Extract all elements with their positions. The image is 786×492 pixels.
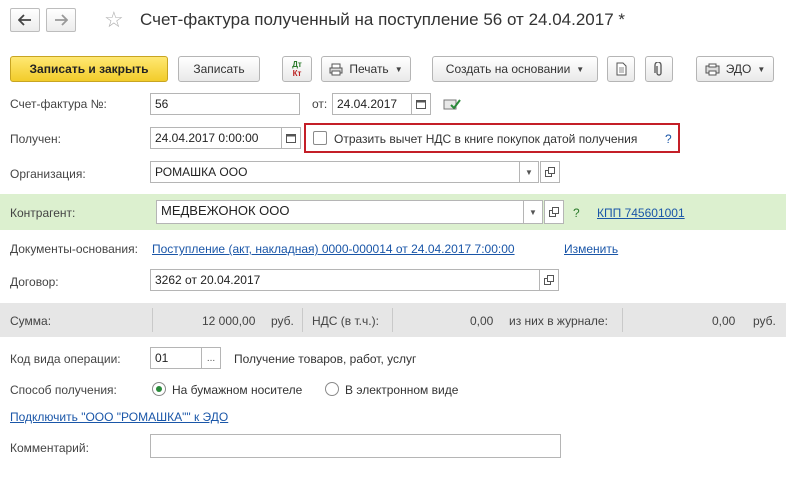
received-calendar-button[interactable] — [281, 127, 301, 149]
invoice-date-calendar-button[interactable] — [411, 93, 431, 115]
operation-code-label: Код вида операции: — [10, 352, 121, 366]
contract-input[interactable]: 3262 от 20.04.2017 — [150, 269, 540, 291]
page-title: Счет-фактура полученный на поступление 5… — [140, 10, 625, 29]
base-document-link[interactable]: Поступление (акт, накладная) 0000-000014… — [152, 242, 515, 256]
open-window-icon — [545, 167, 555, 177]
check-status-icon[interactable] — [443, 96, 461, 115]
vat-value: 0,00 — [470, 314, 494, 328]
organization-open-button[interactable] — [540, 161, 560, 183]
create-based-on-button[interactable]: Создать на основании ▼ — [432, 56, 598, 82]
dropdown-caret-icon: ▼ — [576, 64, 585, 74]
connect-edo-link[interactable]: Подключить "ООО "РОМАШКА"" к ЭДО — [10, 410, 228, 424]
sum-value: 12 000,00 — [202, 314, 256, 328]
totals-row-background — [0, 303, 786, 337]
operation-code-description: Получение товаров, работ, услуг — [234, 352, 417, 366]
paperclip-icon — [654, 61, 662, 76]
open-window-icon — [544, 275, 554, 285]
dt-kt-icon: Дт Кт — [292, 60, 302, 78]
contractor-dropdown-button[interactable]: ▼ — [523, 200, 543, 224]
contractor-label: Контрагент: — [10, 206, 76, 220]
divider — [392, 308, 393, 332]
attach-button[interactable] — [645, 56, 673, 82]
operation-code-input[interactable]: 01 — [150, 347, 202, 369]
operation-code-select-button[interactable]: ... — [201, 347, 221, 369]
print-label: Печать — [349, 62, 389, 76]
kpp-link[interactable]: КПП 745601001 — [597, 206, 685, 220]
save-button[interactable]: Записать — [178, 56, 260, 82]
save-and-close-button[interactable]: Записать и закрыть — [10, 56, 168, 82]
sum-currency: руб. — [271, 314, 294, 328]
dropdown-caret-icon: ▼ — [757, 64, 766, 74]
base-documents-label: Документы-основания: — [10, 242, 138, 256]
arrow-left-icon — [18, 14, 31, 26]
document-icon — [616, 62, 626, 76]
dt-kt-button[interactable]: Дт Кт — [282, 56, 312, 82]
save-and-close-label: Записать и закрыть — [29, 62, 149, 76]
electronic-radio[interactable] — [325, 382, 339, 396]
sum-label: Сумма: — [10, 314, 52, 328]
chevron-down-icon: ▼ — [529, 207, 537, 217]
electronic-option-label: В электронном виде — [345, 383, 459, 397]
received-label: Получен: — [10, 132, 61, 146]
contract-label: Договор: — [10, 275, 59, 289]
organization-label: Организация: — [10, 167, 86, 181]
organization-input[interactable]: РОМАШКА ООО — [150, 161, 520, 183]
divider — [622, 308, 623, 332]
invoice-date-input[interactable]: 24.04.2017 — [332, 93, 412, 115]
organization-dropdown-button[interactable]: ▼ — [519, 161, 539, 183]
paper-radio[interactable] — [152, 382, 166, 396]
comment-input[interactable] — [150, 434, 561, 458]
print-button[interactable]: Печать ▼ — [321, 56, 411, 82]
contractor-open-button[interactable] — [544, 200, 564, 224]
vat-deduction-checkbox[interactable] — [313, 131, 327, 145]
forward-button[interactable] — [46, 8, 76, 32]
journal-label: из них в журнале: — [509, 314, 608, 328]
invoice-date-label: от: — [312, 97, 328, 111]
arrow-right-icon — [55, 14, 68, 26]
divider — [302, 308, 303, 332]
printer-icon — [329, 63, 343, 75]
contractor-help-icon[interactable]: ? — [573, 206, 580, 220]
edo-label: ЭДО — [725, 62, 752, 76]
save-label: Записать — [193, 62, 245, 76]
document-button[interactable] — [607, 56, 635, 82]
contract-open-button[interactable] — [539, 269, 559, 291]
ellipsis-icon: ... — [206, 352, 216, 364]
chevron-down-icon: ▼ — [525, 167, 533, 177]
favorite-star-icon[interactable]: ☆ — [104, 8, 124, 32]
calendar-icon — [286, 134, 296, 143]
contractor-input[interactable]: МЕДВЕЖОНОК ООО — [156, 200, 524, 224]
journal-currency: руб. — [753, 314, 776, 328]
open-window-icon — [549, 207, 559, 217]
invoice-number-label: Счет-фактура №: — [10, 97, 107, 111]
vat-help-icon[interactable]: ? — [665, 132, 672, 146]
back-button[interactable] — [10, 8, 40, 32]
divider — [152, 308, 153, 332]
invoice-number-input[interactable]: 56 — [150, 93, 300, 115]
paper-option-label: На бумажном носителе — [172, 383, 303, 397]
vat-label: НДС (в т.ч.): — [312, 314, 379, 328]
create-based-on-label: Создать на основании — [445, 62, 571, 76]
journal-value: 0,00 — [712, 314, 736, 328]
receive-method-label: Способ получения: — [10, 383, 117, 397]
edo-icon — [705, 63, 720, 75]
dropdown-caret-icon: ▼ — [394, 64, 403, 74]
calendar-icon — [416, 100, 426, 109]
received-datetime-input[interactable]: 24.04.2017 0:00:00 — [150, 127, 282, 149]
edo-button[interactable]: ЭДО ▼ — [696, 56, 774, 82]
vat-deduction-label: Отразить вычет НДС в книге покупок датой… — [334, 132, 638, 146]
change-link[interactable]: Изменить — [564, 242, 618, 256]
comment-label: Комментарий: — [10, 441, 89, 455]
